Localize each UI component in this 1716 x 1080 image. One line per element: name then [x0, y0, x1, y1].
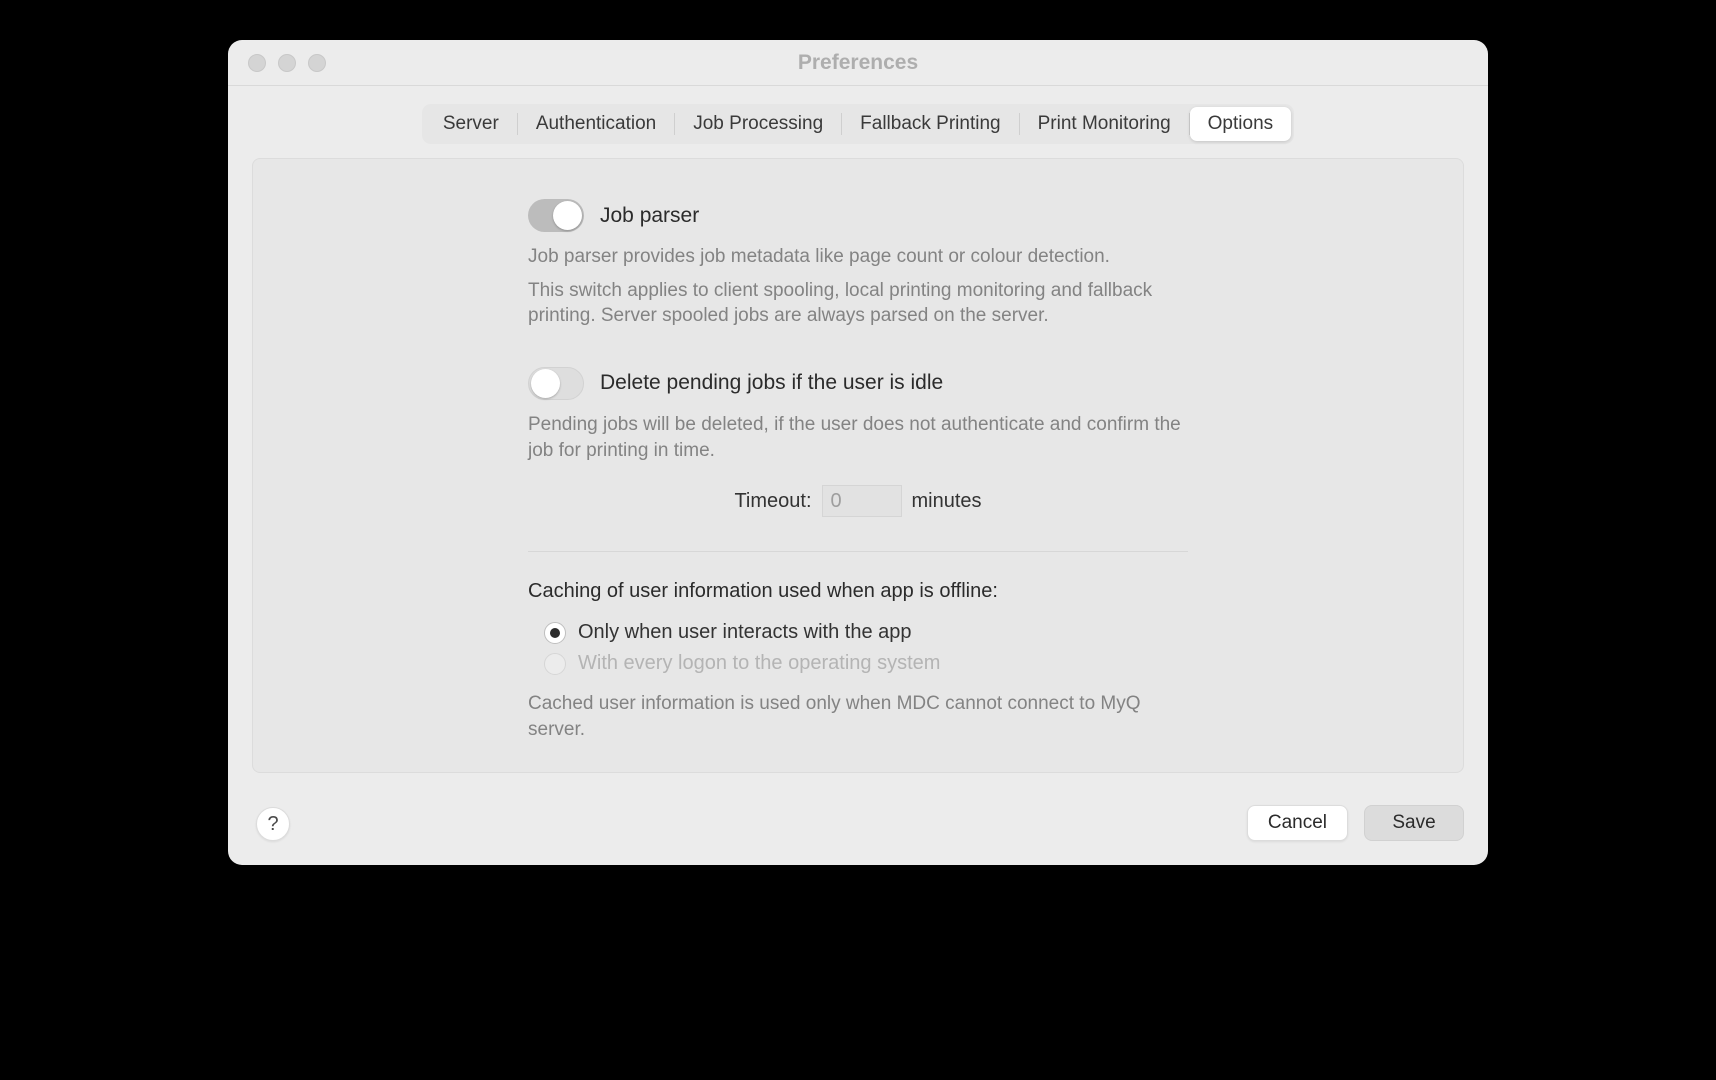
delete-pending-toggle[interactable] [528, 367, 584, 400]
tabs: ServerAuthenticationJob ProcessingFallba… [422, 104, 1294, 144]
caching-option-logon-label: With every logon to the operating system [578, 652, 940, 675]
help-button[interactable]: ? [256, 807, 290, 841]
timeout-label: Timeout: [734, 490, 811, 513]
cancel-button[interactable]: Cancel [1247, 805, 1348, 841]
tab-print-monitoring[interactable]: Print Monitoring [1020, 107, 1189, 141]
caching-radio-logon [544, 653, 566, 675]
delete-pending-section: Delete pending jobs if the user is idle … [528, 367, 1188, 517]
tabs-container: ServerAuthenticationJob ProcessingFallba… [228, 86, 1488, 144]
section-divider [528, 551, 1188, 552]
tab-authentication[interactable]: Authentication [518, 107, 674, 141]
caching-option-logon: With every logon to the operating system [528, 648, 1188, 679]
zoom-window-button[interactable] [308, 54, 326, 72]
timeout-input[interactable] [822, 485, 902, 517]
save-button[interactable]: Save [1364, 805, 1464, 841]
window-title: Preferences [798, 51, 918, 75]
titlebar: Preferences [228, 40, 1488, 86]
caching-desc: Cached user information is used only whe… [528, 691, 1188, 742]
delete-pending-label: Delete pending jobs if the user is idle [600, 371, 943, 395]
tab-server[interactable]: Server [425, 107, 517, 141]
job-parser-label: Job parser [600, 204, 699, 228]
tab-options[interactable]: Options [1190, 107, 1291, 141]
options-panel: Job parser Job parser provides job metad… [252, 158, 1464, 773]
window-controls [248, 54, 326, 72]
timeout-unit: minutes [912, 490, 982, 513]
job-parser-desc-1: Job parser provides job metadata like pa… [528, 244, 1188, 270]
preferences-window: Preferences ServerAuthenticationJob Proc… [228, 40, 1488, 865]
caching-option-interacts[interactable]: Only when user interacts with the app [528, 617, 1188, 648]
caching-radio-interacts[interactable] [544, 622, 566, 644]
timeout-row: Timeout: minutes [528, 485, 1188, 517]
caching-section: Caching of user information used when ap… [528, 580, 1188, 742]
job-parser-desc-2: This switch applies to client spooling, … [528, 278, 1188, 329]
job-parser-toggle[interactable] [528, 199, 584, 232]
minimize-window-button[interactable] [278, 54, 296, 72]
caching-option-interacts-label: Only when user interacts with the app [578, 621, 912, 644]
footer: ? Cancel Save [228, 797, 1488, 865]
tab-fallback-printing[interactable]: Fallback Printing [842, 107, 1018, 141]
tab-job-processing[interactable]: Job Processing [675, 107, 841, 141]
job-parser-section: Job parser Job parser provides job metad… [528, 199, 1188, 329]
delete-pending-desc: Pending jobs will be deleted, if the use… [528, 412, 1188, 463]
options-content: Job parser Job parser provides job metad… [528, 199, 1188, 742]
close-window-button[interactable] [248, 54, 266, 72]
caching-heading: Caching of user information used when ap… [528, 580, 1188, 603]
